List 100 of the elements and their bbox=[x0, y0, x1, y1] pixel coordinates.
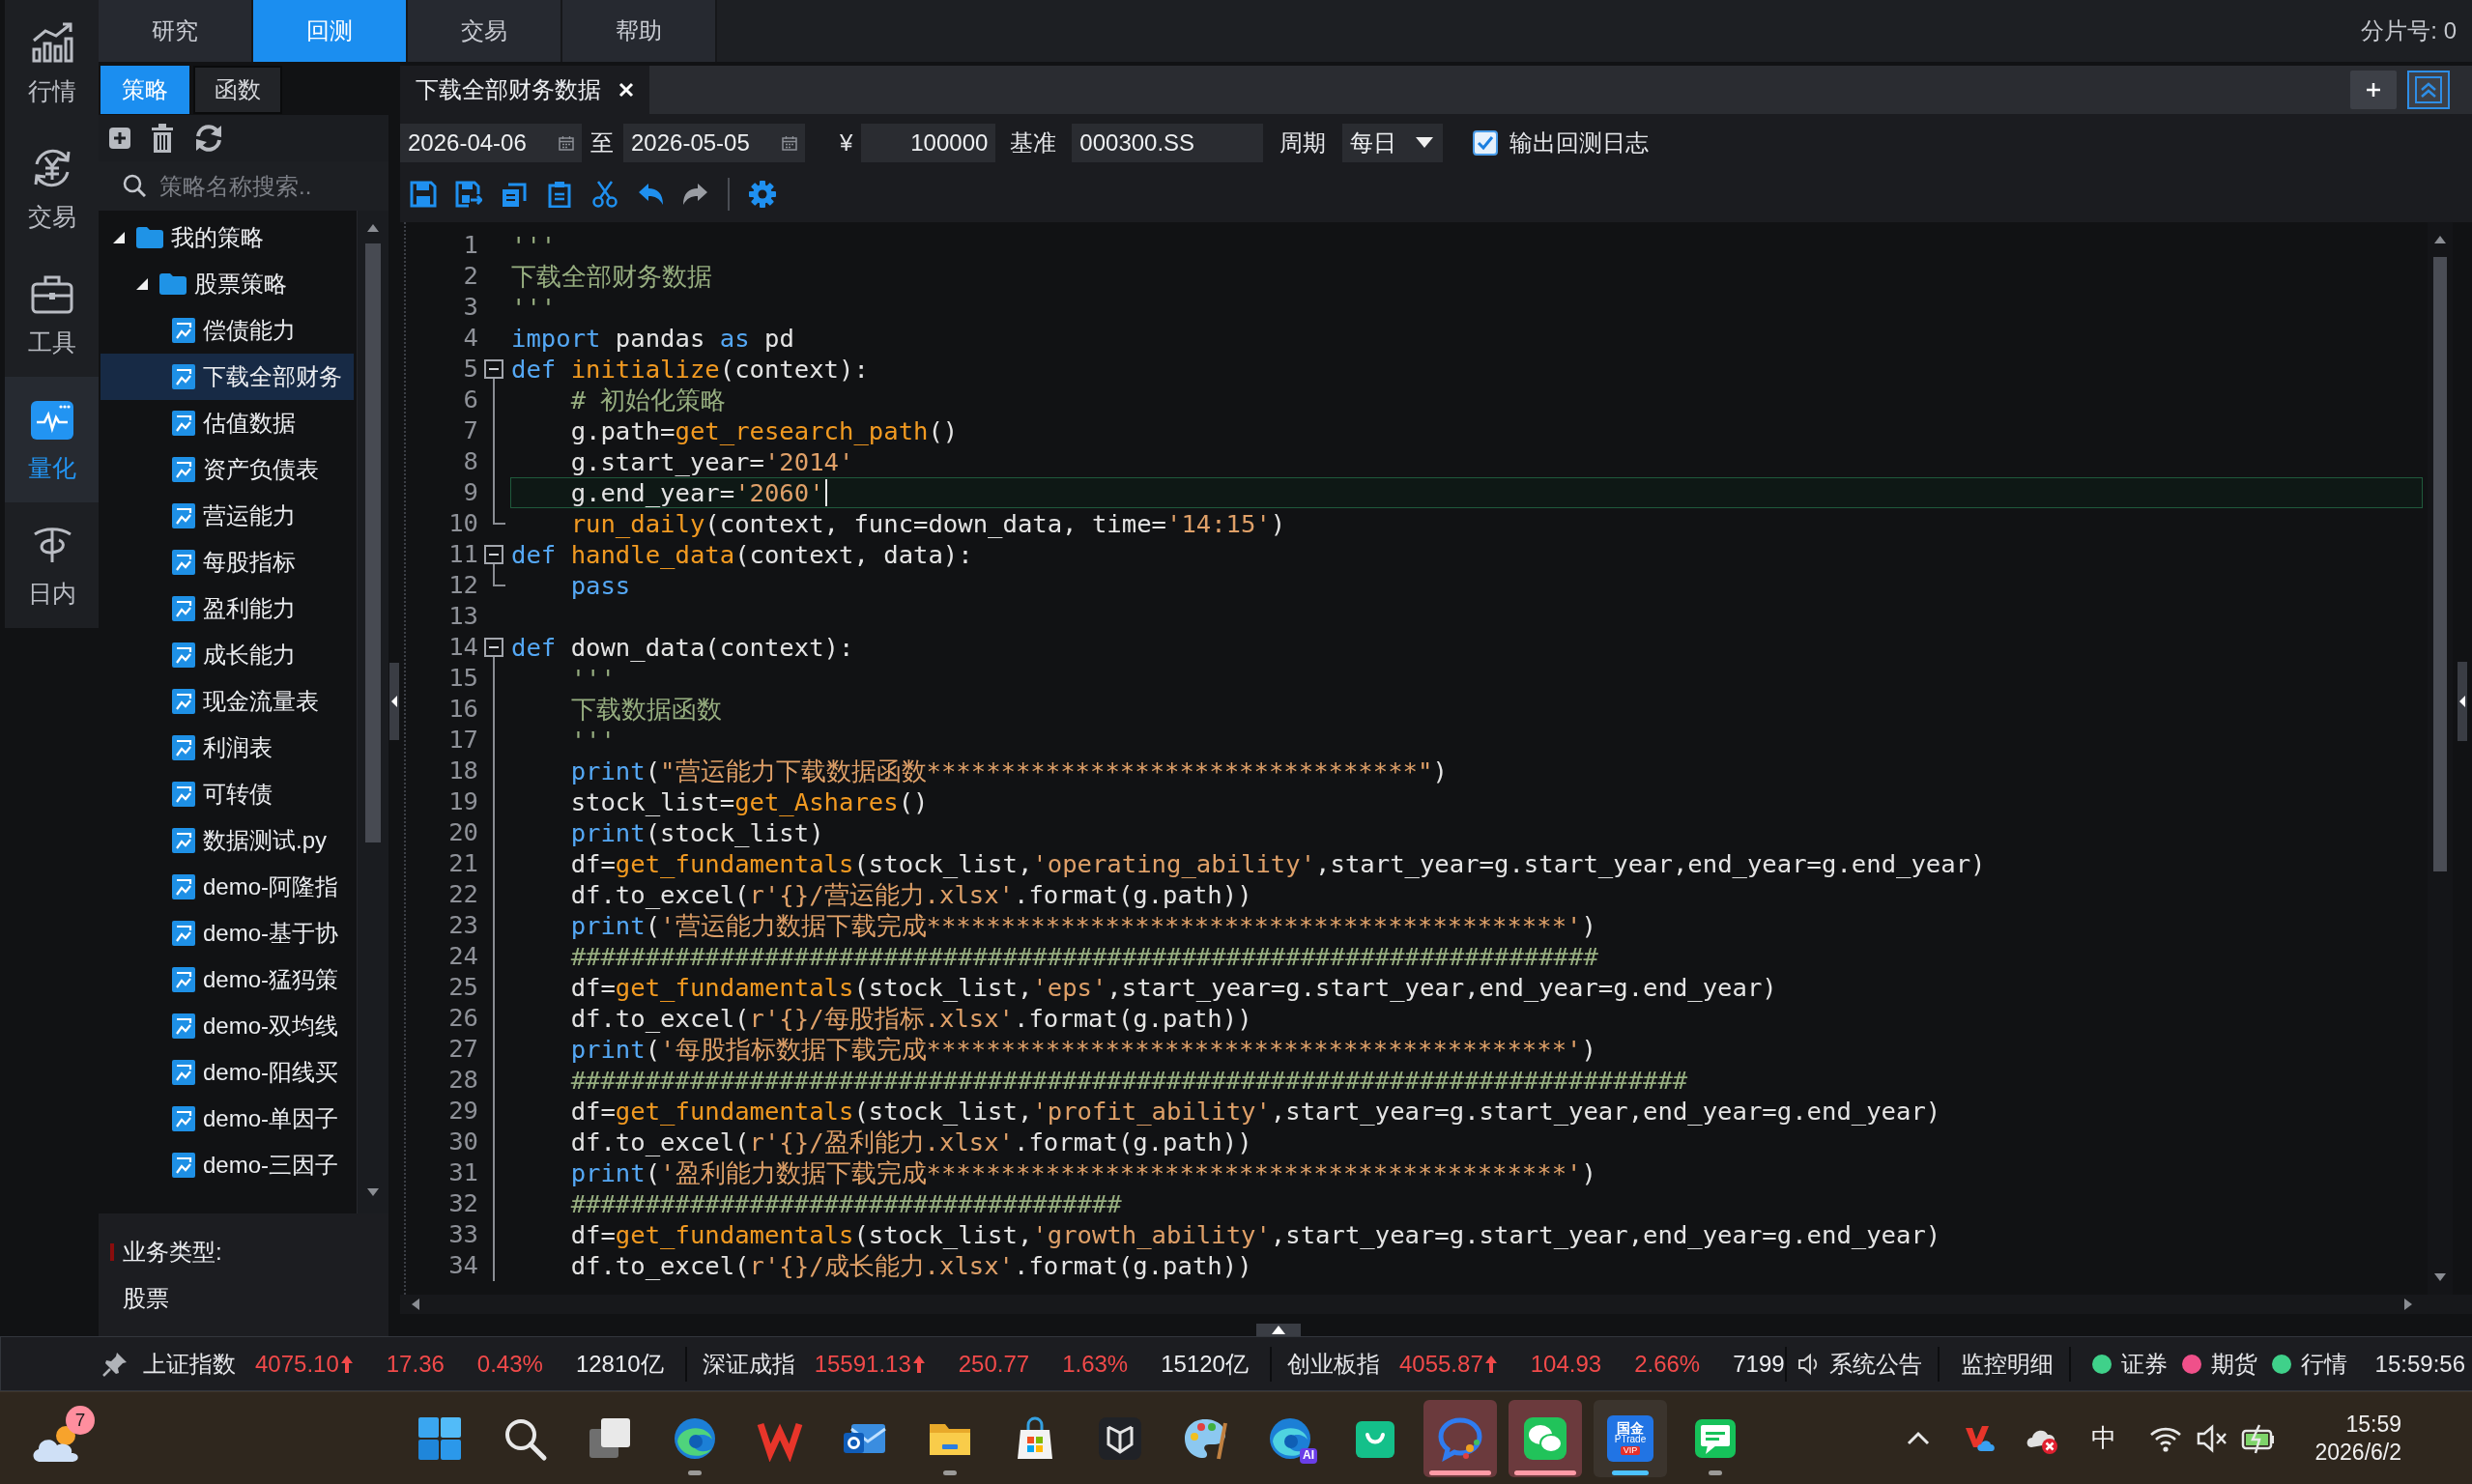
tree-item[interactable]: demo-三因子 bbox=[158, 1142, 339, 1188]
line-number: 33 bbox=[447, 1219, 478, 1250]
file-icon bbox=[172, 1013, 195, 1039]
down-triangle-icon[interactable] bbox=[367, 1188, 379, 1196]
line-number: 1 bbox=[462, 230, 478, 261]
right-triangle-icon[interactable] bbox=[2404, 1298, 2412, 1310]
plus-icon[interactable] bbox=[2350, 71, 2397, 109]
announcement-button[interactable]: 系统公告 bbox=[1796, 1348, 1922, 1380]
checkbox-label[interactable]: 输出回测日志 bbox=[1509, 128, 1650, 158]
date-field[interactable]: 2026-04-06 bbox=[400, 124, 582, 162]
collapse-icon[interactable] bbox=[484, 545, 503, 564]
left-triangle-icon[interactable] bbox=[412, 1298, 419, 1310]
trash-icon[interactable] bbox=[151, 124, 174, 153]
up-triangle-icon[interactable] bbox=[2434, 236, 2446, 243]
line-number: 3 bbox=[462, 292, 478, 323]
tree-item[interactable]: 偿债能力 bbox=[158, 307, 296, 354]
index-percent: 0.43% bbox=[476, 1350, 543, 1378]
index-turnover: 12810亿 bbox=[575, 1349, 664, 1379]
tree-item[interactable]: demo-猛犸策 bbox=[158, 956, 339, 1003]
nav-item[interactable]: 工具 bbox=[5, 251, 99, 377]
tree-item[interactable]: 下载全部财务 bbox=[101, 354, 354, 400]
folder-icon bbox=[159, 273, 187, 295]
tree-item[interactable]: 每股指标 bbox=[158, 539, 296, 585]
code-line: ########################################################################### bbox=[570, 1066, 1688, 1095]
nav-item[interactable]: 日内 bbox=[5, 502, 99, 628]
tree-item[interactable]: 我的策略 bbox=[112, 214, 264, 261]
nav-item[interactable]: 行情 bbox=[5, 0, 99, 126]
logo-text: PTrade bbox=[1614, 1435, 1647, 1445]
date-field[interactable]: 2026-05-05 bbox=[623, 124, 805, 162]
line-number: 28 bbox=[447, 1065, 478, 1096]
capital-field[interactable]: 100000 bbox=[861, 124, 996, 162]
collapse-icon[interactable] bbox=[484, 638, 503, 657]
code-line: ##################################### bbox=[570, 1189, 1122, 1218]
line-number: 21 bbox=[447, 848, 478, 879]
scissors-icon[interactable] bbox=[591, 181, 618, 208]
search-field[interactable]: 策略名称搜索.. bbox=[99, 161, 388, 211]
line-number: 34 bbox=[447, 1250, 478, 1281]
calendar-icon[interactable] bbox=[782, 135, 797, 151]
taskbar-button[interactable] bbox=[1509, 1399, 1582, 1477]
shard-number: 分片号: 0 bbox=[2361, 16, 2458, 45]
up-triangle-icon[interactable] bbox=[367, 224, 379, 232]
panel-tab[interactable]: 函数 bbox=[193, 66, 282, 114]
collapse-icon[interactable] bbox=[484, 359, 503, 379]
pin-icon[interactable] bbox=[102, 1351, 128, 1377]
plus-square-icon[interactable] bbox=[108, 127, 131, 150]
top-tab[interactable]: 研究 bbox=[99, 0, 253, 62]
fold-corner-icon bbox=[493, 570, 505, 586]
tree-item[interactable]: 成长能力 bbox=[158, 632, 296, 678]
close-icon[interactable] bbox=[618, 82, 634, 98]
tree-item[interactable]: 可转债 bbox=[158, 771, 273, 817]
file-icon bbox=[172, 689, 195, 714]
index-value: 4075.10 bbox=[255, 1350, 339, 1378]
tree-item[interactable]: 资产负债表 bbox=[158, 446, 319, 493]
scrollbar[interactable] bbox=[400, 1295, 2472, 1314]
tree-item[interactable]: 数据测试.py bbox=[158, 817, 327, 864]
connection-label: 证券 bbox=[2120, 1349, 2168, 1379]
scrollbar[interactable] bbox=[2428, 222, 2453, 1295]
tree-item[interactable]: demo-阿隆指 bbox=[158, 864, 339, 910]
scrollbar-thumb[interactable] bbox=[2433, 257, 2447, 871]
double-chevron-up-icon[interactable] bbox=[2407, 71, 2450, 109]
triangle-icon[interactable] bbox=[135, 277, 149, 291]
tree-item[interactable]: 现金流量表 bbox=[158, 678, 319, 725]
code-line: ##################################################################### bbox=[570, 942, 1598, 971]
triangle-icon[interactable] bbox=[112, 231, 126, 244]
monitor-button[interactable]: 监控明细 bbox=[1960, 1348, 2054, 1380]
benchmark-field[interactable]: 000300.SS bbox=[1072, 124, 1264, 162]
taskbar-button[interactable]: AI bbox=[1253, 1399, 1327, 1477]
input-mode-indicator[interactable]: 中 bbox=[2086, 1421, 2122, 1455]
code-line: df.to_excel(r'{}/成长能力.xlsx'.format(g.path)) bbox=[570, 1251, 1252, 1280]
checkbox[interactable] bbox=[1473, 130, 1499, 156]
code-line: df.to_excel(r'{}/营运能力.xlsx'.format(g.path)) bbox=[570, 880, 1252, 909]
tree-item[interactable]: 营运能力 bbox=[158, 493, 296, 539]
scrollbar-thumb[interactable] bbox=[365, 243, 381, 842]
nav-item[interactable]: 交易 bbox=[5, 126, 99, 251]
tree-item[interactable]: 股票策略 bbox=[135, 261, 287, 307]
line-number: 18 bbox=[447, 756, 478, 786]
nav-item[interactable]: 量化 bbox=[5, 377, 99, 502]
logo-text: 国金 bbox=[1617, 1420, 1644, 1436]
floppy-disk-arrow-icon[interactable] bbox=[455, 181, 482, 208]
tree-item[interactable]: 利润表 bbox=[158, 725, 273, 771]
line-number: 4 bbox=[462, 323, 478, 354]
file-tab[interactable]: 下载全部财务数据 bbox=[400, 66, 649, 114]
taskbar-button[interactable]: 国金 PTrade VIP bbox=[1594, 1399, 1667, 1477]
stacked-pages-icon[interactable] bbox=[501, 181, 528, 208]
tree-item[interactable]: demo-基于协 bbox=[158, 910, 339, 956]
settings-icon[interactable] bbox=[748, 180, 777, 209]
index-change: 104.93 bbox=[1530, 1350, 1602, 1378]
circular-arrows-icon[interactable] bbox=[193, 124, 224, 153]
down-triangle-icon[interactable] bbox=[2434, 1273, 2446, 1281]
top-tab[interactable]: 交易 bbox=[408, 0, 562, 62]
clipboard-icon[interactable] bbox=[546, 181, 573, 208]
period-dropdown[interactable]: 每日 bbox=[1342, 124, 1444, 162]
code-line: print(stock_list) bbox=[570, 818, 824, 847]
tree-item[interactable]: demo-单因子 bbox=[158, 1096, 339, 1142]
tree-item[interactable]: 估值数据 bbox=[158, 400, 296, 446]
calendar-icon[interactable] bbox=[559, 135, 574, 151]
top-tab[interactable]: 帮助 bbox=[562, 0, 717, 62]
tree-item[interactable]: demo-阳线买 bbox=[158, 1049, 339, 1096]
tree-item[interactable]: demo-双均线 bbox=[158, 1003, 339, 1049]
tree-item[interactable]: 盈利能力 bbox=[158, 585, 296, 632]
